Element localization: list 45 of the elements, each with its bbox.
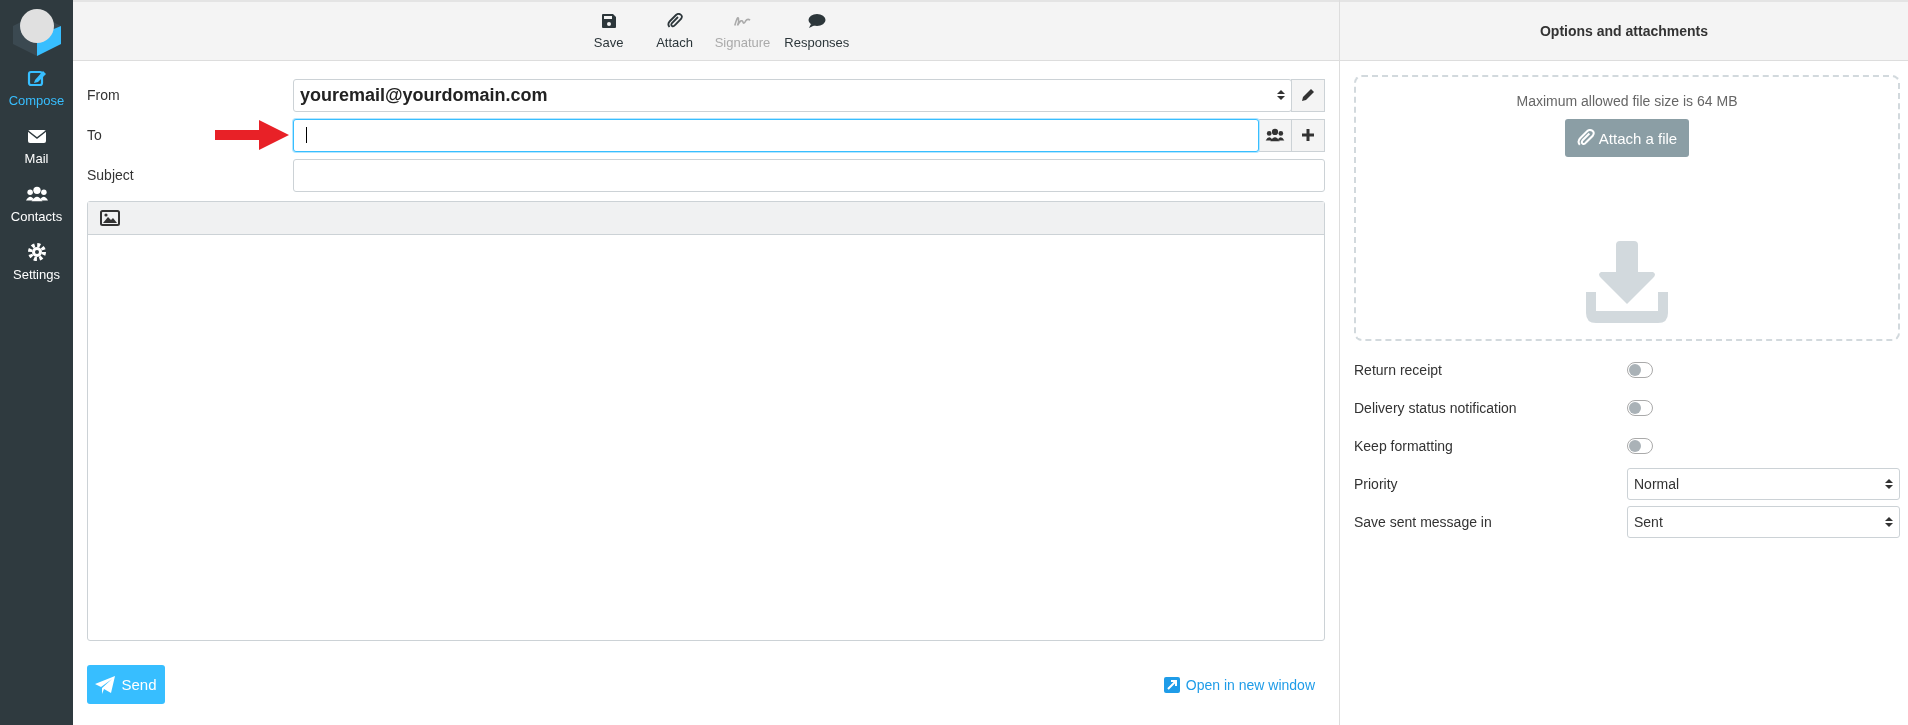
toggle-switch[interactable] (1627, 362, 1653, 378)
toggle-switch[interactable] (1627, 438, 1653, 454)
external-link-icon (1163, 676, 1180, 693)
people-icon (25, 184, 48, 204)
panel-title: Options and attachments (1540, 23, 1708, 39)
to-field[interactable] (293, 118, 1259, 152)
settings-icon (25, 242, 48, 262)
option-label: Return receipt (1354, 362, 1443, 378)
nav-item[interactable]: Settings (0, 234, 73, 292)
toolbar-button[interactable]: Save (578, 2, 639, 60)
drop-zone[interactable]: Maximum allowed file size is 64 MB Attach a file (1354, 75, 1900, 341)
from-select[interactable]: youremail@yourdomain.com (293, 78, 1292, 112)
paper-plane-icon (95, 675, 116, 694)
option-label: Delivery status notification (1354, 400, 1518, 416)
option-select[interactable]: Sent (1627, 506, 1900, 538)
plus-icon (1301, 128, 1315, 142)
option-label: Keep formatting (1354, 438, 1454, 454)
nav-item[interactable]: Contacts (0, 176, 73, 234)
toggle-switch[interactable] (1627, 400, 1653, 416)
download-icon (1586, 241, 1668, 323)
up-down-arrows-icon (1277, 89, 1285, 101)
nav-item[interactable]: Compose (0, 60, 73, 118)
field-label: To (87, 127, 103, 143)
edit-identity-button[interactable] (1291, 78, 1325, 112)
paperclip-icon (1576, 129, 1595, 147)
paperclip-icon (665, 12, 684, 29)
up-down-arrows-icon (1885, 478, 1893, 490)
up-down-arrows-icon (1885, 516, 1893, 528)
contacts-button[interactable] (1258, 118, 1292, 152)
nav-item[interactable]: Mail (0, 118, 73, 176)
option-select[interactable]: Normal (1627, 468, 1900, 500)
speech-bubble-icon (807, 12, 826, 29)
toolbar-button[interactable]: Responses (780, 2, 854, 60)
option-label: Save sent message in (1354, 514, 1493, 530)
field-label: Subject (87, 167, 135, 183)
people-icon (1265, 128, 1285, 142)
toolbar-button[interactable]: Attach (644, 2, 705, 60)
field-label: From (87, 87, 121, 103)
file-size-hint: Maximum allowed file size is 64 MB (1516, 93, 1738, 109)
subject-field[interactable] (293, 158, 1325, 192)
image-icon[interactable] (100, 210, 120, 226)
add-header-button[interactable] (1291, 118, 1325, 152)
compose-icon (25, 68, 48, 88)
pencil-icon (1300, 87, 1316, 103)
option-label: Priority (1354, 476, 1399, 492)
